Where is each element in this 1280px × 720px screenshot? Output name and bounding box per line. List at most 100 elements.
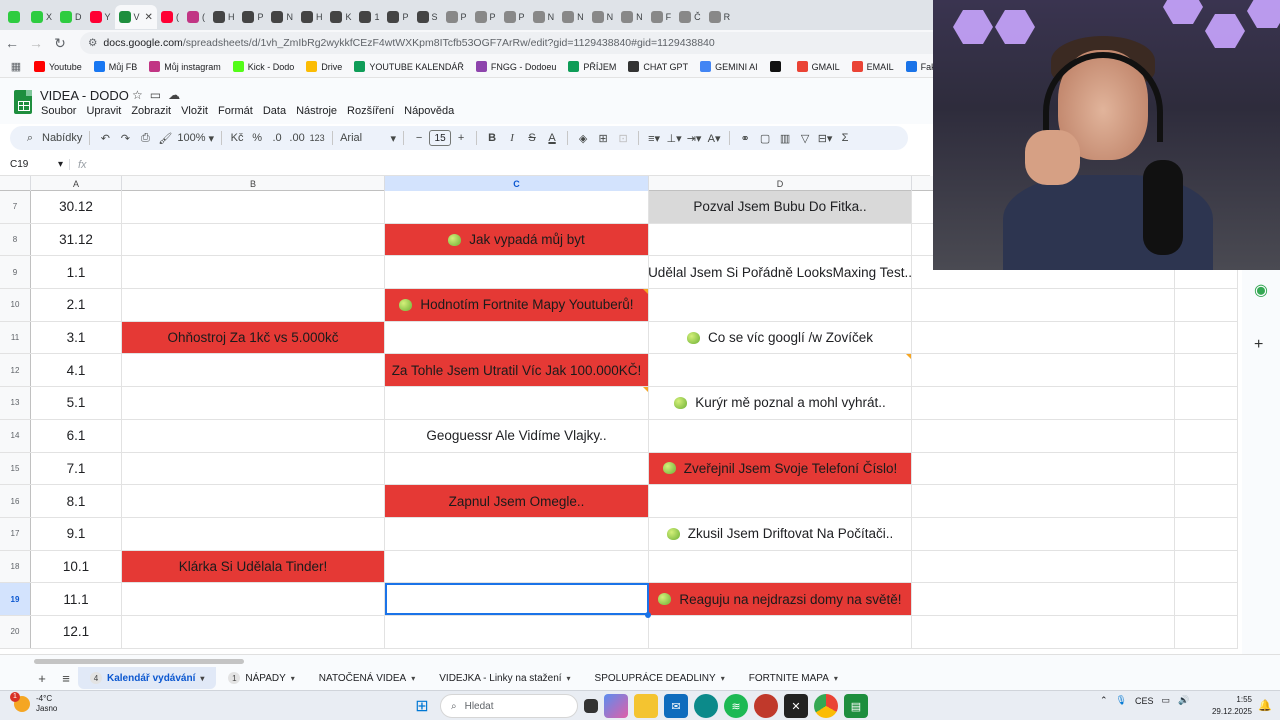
comment-indicator[interactable]: [906, 354, 911, 360]
bookmark-item[interactable]: Youtube: [28, 61, 88, 72]
menu-item[interactable]: Nástroje: [291, 105, 342, 117]
cell-c17[interactable]: [385, 517, 649, 550]
filter-icon[interactable]: ▽: [795, 128, 815, 148]
xbox-icon[interactable]: ✕: [784, 694, 808, 718]
cell-c10[interactable]: Hodnotím Fortnite Mapy Youtuberů!: [385, 289, 649, 321]
cell-c20[interactable]: [385, 615, 649, 648]
print-icon[interactable]: ⎙: [135, 128, 155, 148]
chevron-down-icon[interactable]: ▾: [291, 674, 295, 683]
document-title[interactable]: VIDEA - DODO: [40, 88, 129, 103]
bookmark-item[interactable]: EMAIL: [846, 61, 900, 72]
empty-cell[interactable]: [1175, 387, 1238, 419]
apps-grid-icon[interactable]: ▦: [4, 55, 28, 79]
row-header[interactable]: 14: [0, 419, 31, 452]
cell-a20[interactable]: 12.1: [31, 615, 122, 648]
chrome-icon[interactable]: [814, 694, 838, 718]
cell-b19[interactable]: [122, 583, 385, 615]
empty-cell[interactable]: [912, 550, 1175, 583]
empty-cell[interactable]: [912, 419, 1175, 452]
text-color-icon[interactable]: A: [542, 128, 562, 148]
search-menus-label[interactable]: Nabídky: [40, 128, 84, 148]
cell-b7[interactable]: [122, 191, 385, 223]
select-all-corner[interactable]: [0, 176, 31, 191]
clock[interactable]: 1:55 29.12.2025: [1208, 694, 1252, 718]
empty-cell[interactable]: [1175, 419, 1238, 452]
font-size-decrease-button[interactable]: −: [409, 128, 429, 148]
menu-item[interactable]: Soubor: [36, 105, 81, 117]
browser-tab[interactable]: N: [558, 5, 588, 29]
sheet-tab[interactable]: SPOLUPRÁCE DEADLINY ▾: [583, 667, 737, 689]
cell-a8[interactable]: 31.12: [31, 223, 122, 256]
browser-tab[interactable]: P: [383, 5, 412, 29]
paint-format-icon[interactable]: 🖌: [155, 128, 175, 148]
cell-a19[interactable]: 11.1: [31, 583, 122, 615]
row-header[interactable]: 19: [0, 583, 31, 615]
cell-a14[interactable]: 6.1: [31, 419, 122, 452]
volume-icon[interactable]: 🔊: [1178, 695, 1189, 706]
horizontal-scrollbar[interactable]: [34, 659, 244, 664]
browser-tab[interactable]: Č: [675, 5, 705, 29]
menu-item[interactable]: Vložit: [176, 105, 213, 117]
empty-cell[interactable]: [912, 517, 1175, 550]
bookmark-item[interactable]: PŘÍJEM: [562, 61, 622, 72]
row-header[interactable]: 7: [0, 191, 31, 223]
column-header[interactable]: A: [31, 176, 122, 191]
fill-color-icon[interactable]: ◈: [573, 128, 593, 148]
empty-cell[interactable]: [1175, 550, 1238, 583]
bookmark-item[interactable]: FNGG - Dodoeu: [470, 61, 563, 72]
cell-c9[interactable]: [385, 256, 649, 289]
cell-b14[interactable]: [122, 419, 385, 452]
row-header[interactable]: 10: [0, 289, 31, 321]
outlook-icon[interactable]: ✉: [664, 694, 688, 718]
empty-cell[interactable]: [912, 452, 1175, 485]
chevron-down-icon[interactable]: ▾: [834, 674, 838, 683]
cell-c18[interactable]: [385, 550, 649, 583]
cell-b20[interactable]: [122, 615, 385, 648]
text-rotation-icon[interactable]: A▾: [704, 128, 724, 148]
browser-tab[interactable]: N: [267, 5, 297, 29]
star-icon[interactable]: ☆: [132, 88, 143, 102]
cell-a11[interactable]: 3.1: [31, 321, 122, 354]
row-header[interactable]: 13: [0, 387, 31, 419]
row-header[interactable]: 8: [0, 223, 31, 256]
horizontal-align-icon[interactable]: ≡▾: [644, 128, 664, 148]
empty-cell[interactable]: [1175, 289, 1238, 321]
browser-tab[interactable]: X: [27, 5, 56, 29]
cell-b15[interactable]: [122, 452, 385, 485]
browser-tab[interactable]: S: [413, 5, 442, 29]
browser-tab[interactable]: H: [209, 5, 239, 29]
cell-c7[interactable]: [385, 191, 649, 223]
browser-tab[interactable]: (: [157, 5, 183, 29]
browser-tab[interactable]: P: [471, 5, 500, 29]
add-sheet-icon[interactable]: +: [30, 671, 54, 686]
row-header[interactable]: 11: [0, 321, 31, 354]
name-box-dropdown-icon[interactable]: ▾: [58, 159, 63, 170]
bookmark-item[interactable]: Můj FB: [88, 61, 144, 72]
browser-tab[interactable]: P: [500, 5, 529, 29]
add-addon-icon[interactable]: +: [1254, 336, 1263, 354]
row-header[interactable]: 15: [0, 452, 31, 485]
cell-a13[interactable]: 5.1: [31, 387, 122, 419]
increase-decimal-button[interactable]: .00: [287, 128, 307, 148]
task-view-icon[interactable]: [584, 699, 598, 713]
browser-tab[interactable]: V ✕: [114, 5, 157, 29]
insert-chart-icon[interactable]: ▥: [775, 128, 795, 148]
file-explorer-icon[interactable]: [634, 694, 658, 718]
cell-d13[interactable]: Kurýr mě poznal a mohl vyhrát..: [649, 387, 912, 419]
browser-tab[interactable]: [4, 5, 27, 29]
chevron-down-icon[interactable]: ▾: [411, 674, 415, 683]
cell-a18[interactable]: 10.1: [31, 550, 122, 583]
maps-icon[interactable]: ◉: [1254, 280, 1268, 300]
microphone-icon[interactable]: 🎙: [1116, 695, 1127, 706]
insert-comment-icon[interactable]: ▢: [755, 128, 775, 148]
cell-d16[interactable]: [649, 485, 912, 517]
close-tab-icon[interactable]: ✕: [145, 12, 153, 23]
cell-a17[interactable]: 9.1: [31, 517, 122, 550]
currency-format-button[interactable]: Kč: [227, 128, 247, 148]
cell-c8[interactable]: Jak vypadá můj byt: [385, 223, 649, 256]
insert-link-icon[interactable]: ⚭: [735, 128, 755, 148]
name-box[interactable]: C19 ▾: [0, 159, 70, 170]
undo-icon[interactable]: ↶: [95, 128, 115, 148]
redo-icon[interactable]: ↷: [115, 128, 135, 148]
merge-cells-icon[interactable]: ⊡: [613, 128, 633, 148]
